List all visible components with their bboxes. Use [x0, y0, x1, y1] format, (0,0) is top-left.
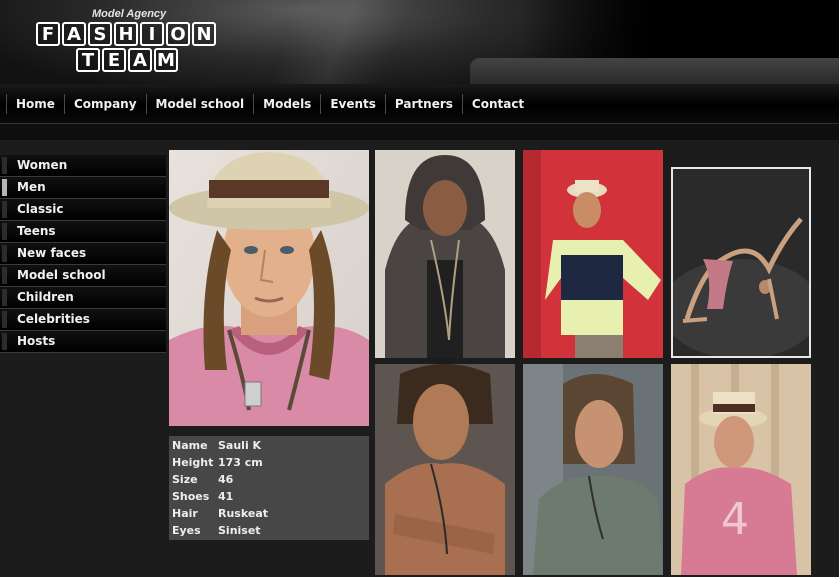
logo-letter: E — [102, 48, 126, 72]
logo-letter: A — [128, 48, 152, 72]
header-sheen — [217, 0, 463, 84]
info-row-size: Size 46 — [169, 473, 369, 490]
nav-contact[interactable]: Contact — [461, 94, 533, 114]
sidebar-accent — [2, 289, 7, 306]
info-row-name: Name Sauli K — [169, 439, 369, 456]
info-key: Name — [172, 439, 208, 452]
svg-text:4: 4 — [721, 494, 749, 545]
logo-letter: S — [88, 22, 112, 46]
info-value: 46 — [218, 473, 234, 486]
sidebar-item-hosts[interactable]: Hosts — [0, 331, 166, 353]
sidebar-accent — [2, 179, 7, 196]
info-value: 41 — [218, 490, 234, 503]
info-value: Siniset — [218, 524, 261, 537]
info-key: Eyes — [172, 524, 201, 537]
logo-tagline: Model Agency — [92, 8, 167, 20]
site-header: Model Agency F A S H I O N T E A M — [0, 0, 839, 84]
sidebar-accent — [2, 157, 7, 174]
nav-model-school[interactable]: Model school — [145, 94, 254, 114]
info-row-shoes: Shoes 41 — [169, 490, 369, 507]
sidebar-item-label: Teens — [17, 224, 56, 238]
info-value: Sauli K — [218, 439, 262, 452]
model-main-photo[interactable] — [169, 150, 369, 426]
sidebar-accent — [2, 333, 7, 350]
sidebar-accent — [2, 245, 7, 262]
sidebar-item-teens[interactable]: Teens — [0, 221, 166, 243]
nav-events[interactable]: Events — [320, 94, 385, 114]
sidebar-item-label: Men — [17, 180, 46, 194]
model-thumbnail-pink-sweater[interactable]: 4 — [671, 364, 811, 575]
info-row-hair: Hair Ruskeat — [169, 507, 369, 524]
info-key: Size — [172, 473, 198, 486]
agency-logo[interactable]: Model Agency F A S H I O N T E A M — [36, 8, 226, 74]
sidebar-accent — [2, 201, 7, 218]
main-nav: Home Company Model school Models Events … — [0, 84, 839, 124]
sidebar-accent — [2, 223, 7, 240]
nav-spacer — [0, 124, 839, 140]
model-thumbnail-arms-crossed[interactable] — [375, 364, 515, 575]
logo-line-1: F A S H I O N — [36, 22, 216, 46]
sidebar-item-men[interactable]: Men — [0, 177, 166, 199]
info-key: Hair — [172, 507, 198, 520]
sidebar-item-children[interactable]: Children — [0, 287, 166, 309]
logo-letter: N — [192, 22, 216, 46]
model-info-panel: Name Sauli K Height 173 cm Size 46 Shoes 41 … — [169, 436, 369, 540]
category-sidebar: Women Men Classic Teens New faces Model … — [0, 155, 166, 353]
nav-models[interactable]: Models — [253, 94, 320, 114]
logo-letter: F — [36, 22, 60, 46]
info-value: 173 cm — [218, 456, 263, 469]
nav-company[interactable]: Company — [63, 94, 146, 114]
info-row-eyes: Eyes Siniset — [169, 524, 369, 541]
logo-letter: I — [140, 22, 164, 46]
sidebar-item-label: Children — [17, 290, 74, 304]
logo-letter: M — [154, 48, 178, 72]
sidebar-accent — [2, 311, 7, 328]
info-key: Height — [172, 456, 214, 469]
sidebar-item-new-faces[interactable]: New faces — [0, 243, 166, 265]
logo-letter: A — [62, 22, 86, 46]
sidebar-item-label: New faces — [17, 246, 87, 260]
sidebar-item-model-school[interactable]: Model school — [0, 265, 166, 287]
logo-line-2: T E A M — [76, 48, 178, 72]
sidebar-item-celebrities[interactable]: Celebrities — [0, 309, 166, 331]
sidebar-item-label: Model school — [17, 268, 106, 282]
model-thumbnail-grey-shirt[interactable] — [523, 364, 663, 575]
sidebar-item-label: Classic — [17, 202, 64, 216]
info-value: Ruskeat — [218, 507, 269, 520]
info-row-height: Height 173 cm — [169, 456, 369, 473]
sidebar-item-classic[interactable]: Classic — [0, 199, 166, 221]
sidebar-accent — [2, 267, 7, 284]
model-thumbnail-dancer[interactable] — [671, 167, 811, 358]
sidebar-item-label: Women — [17, 158, 68, 172]
nav-home[interactable]: Home — [6, 94, 64, 114]
model-thumbnail-hoodie[interactable] — [375, 150, 515, 358]
model-thumbnail-red-wall[interactable] — [523, 150, 663, 358]
nav-partners[interactable]: Partners — [384, 94, 462, 114]
info-key: Shoes — [172, 490, 210, 503]
logo-letter: H — [114, 22, 138, 46]
header-right-bar — [470, 58, 839, 84]
sidebar-item-label: Hosts — [17, 334, 56, 348]
logo-letter: O — [166, 22, 190, 46]
sidebar-item-women[interactable]: Women — [0, 155, 166, 177]
logo-letter: T — [76, 48, 100, 72]
sidebar-item-label: Celebrities — [17, 312, 90, 326]
